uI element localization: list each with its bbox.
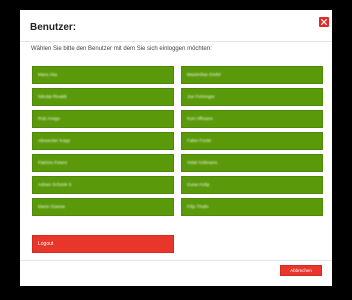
user-button[interactable]: Patricio Peters <box>32 154 174 172</box>
user-button-label: Adrian Schünk S <box>38 182 72 187</box>
user-button[interactable]: Maximilian Einfel <box>181 66 323 84</box>
user-button[interactable]: Filip Thulin <box>181 198 323 216</box>
user-button[interactable]: Kurt Affmann <box>181 110 323 128</box>
user-button[interactable]: Alexander Kopp <box>32 132 174 150</box>
logout-button[interactable]: Logout <box>32 235 174 253</box>
user-button[interactable]: Fabio Forde <box>181 132 323 150</box>
user-button[interactable]: Marie Giaone <box>32 198 174 216</box>
user-button[interactable]: Joe Fehringer <box>181 88 323 106</box>
user-button-label: Marie Giaone <box>38 204 66 209</box>
dialog-instruction: Wählen Sie bitte den Benutzer mit dem Si… <box>31 46 212 52</box>
close-icon <box>321 19 327 25</box>
user-button-label: Patricio Peters <box>38 160 68 165</box>
user-button-label: Fabio Forde <box>187 138 212 143</box>
user-button-label: Vidal Holtmann <box>187 160 218 165</box>
user-button-label: Alexander Kopp <box>38 138 71 143</box>
user-button[interactable]: Gusa Holtp <box>181 176 323 194</box>
user-button[interactable]: Mara Aka <box>32 66 174 84</box>
user-button-label: Rob Amigo <box>38 116 61 121</box>
user-select-dialog: Benutzer: Wählen Sie bitte den Benutzer … <box>20 10 332 286</box>
user-button-label: Mara Aka <box>38 72 58 77</box>
cancel-button[interactable]: Abbrechen <box>280 265 322 276</box>
footer-divider <box>20 260 332 261</box>
user-grid: Mara Aka Maximilian Einfel Nikolai Rinal… <box>32 66 323 216</box>
user-button-label: Gusa Holtp <box>187 182 210 187</box>
user-button[interactable]: Vidal Holtmann <box>181 154 323 172</box>
user-button-label: Filip Thulin <box>187 204 209 209</box>
close-button[interactable] <box>319 17 329 27</box>
dialog-header: Benutzer: <box>20 10 332 42</box>
dialog-title: Benutzer: <box>30 22 77 33</box>
user-button-label: Joe Fehringer <box>187 94 215 99</box>
user-button[interactable]: Rob Amigo <box>32 110 174 128</box>
user-button[interactable]: Adrian Schünk S <box>32 176 174 194</box>
user-button[interactable]: Nikolai Rinaldi <box>32 88 174 106</box>
user-button-label: Maximilian Einfel <box>187 72 221 77</box>
user-button-label: Nikolai Rinaldi <box>38 94 67 99</box>
user-button-label: Kurt Affmann <box>187 116 213 121</box>
